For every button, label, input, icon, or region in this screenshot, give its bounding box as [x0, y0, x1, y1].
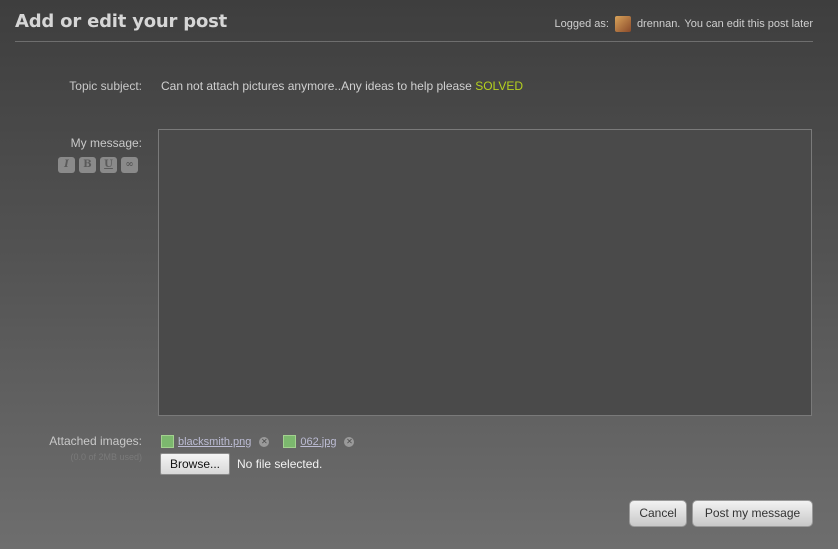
topic-subject: Can not attach pictures anymore..Any ide… — [161, 79, 523, 93]
link-button[interactable]: ∞ — [121, 157, 138, 173]
username: drennan. — [636, 18, 681, 30]
format-toolbar: I B U ∞ — [58, 157, 138, 173]
file-input: Browse... No file selected. — [160, 453, 322, 475]
topic-label: Topic subject: — [69, 79, 142, 93]
image-icon — [283, 435, 297, 448]
avatar — [614, 16, 631, 32]
browse-button[interactable]: Browse... — [160, 453, 231, 475]
topic-subject-text: Can not attach pictures anymore..Any ide… — [161, 79, 472, 93]
page-title: Add or edit your post — [15, 11, 228, 32]
image-icon — [161, 435, 174, 448]
remove-icon[interactable]: ✕ — [344, 436, 355, 447]
logged-in-info: Logged as: drennan. You can edit this po… — [554, 16, 813, 32]
cancel-button[interactable]: Cancel — [629, 500, 687, 527]
post-message-button[interactable]: Post my message — [692, 500, 813, 527]
edit-note: You can edit this post later — [684, 18, 813, 30]
underline-button[interactable]: U — [100, 157, 117, 173]
remove-icon[interactable]: ✕ — [259, 436, 270, 447]
italic-button[interactable]: I — [58, 157, 75, 173]
message-textarea[interactable] — [158, 129, 812, 416]
attachment-link[interactable]: blacksmith.png — [178, 436, 251, 448]
page-header: Add or edit your post Logged as: drennan… — [15, 0, 813, 42]
message-label: My message: — [70, 136, 142, 150]
no-file-text: No file selected. — [237, 457, 323, 471]
attachment-item: 062.jpg ✕ — [283, 435, 355, 448]
attached-images-label: Attached images: — [49, 434, 142, 448]
attachment-item: blacksmith.png ✕ — [161, 435, 270, 448]
attachment-list: blacksmith.png ✕ 062.jpg ✕ — [161, 435, 355, 448]
attachment-link[interactable]: 062.jpg — [300, 436, 336, 448]
solved-tag: SOLVED — [475, 79, 523, 93]
attachment-usage: (0.0 of 2MB used) — [70, 452, 142, 462]
bold-button[interactable]: B — [79, 157, 96, 173]
logged-prefix: Logged as: — [554, 18, 609, 30]
